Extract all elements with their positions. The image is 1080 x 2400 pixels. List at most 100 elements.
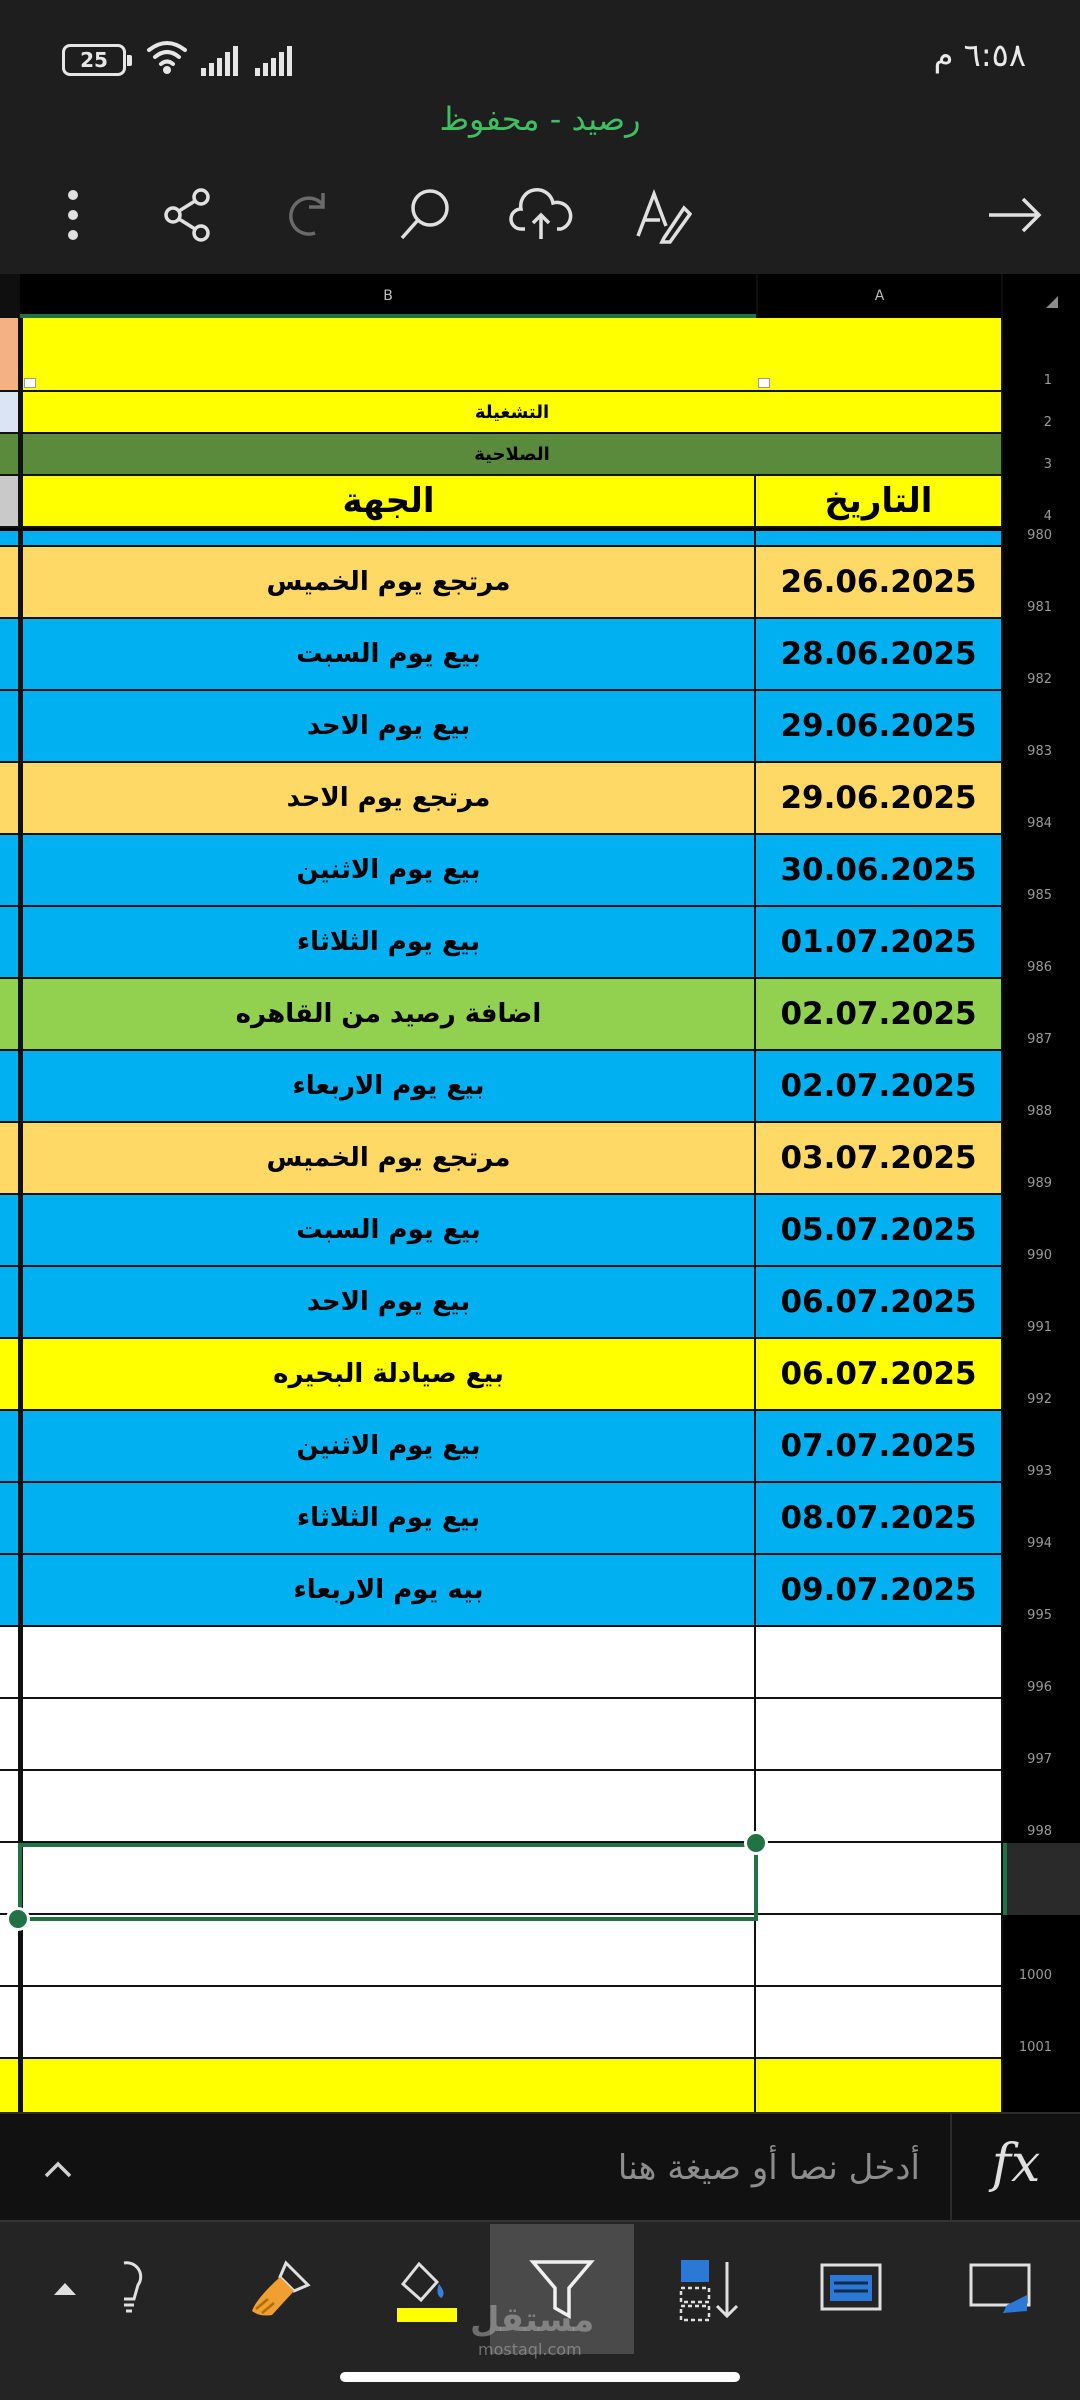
row-header[interactable]: 982 [1003,619,1080,691]
more-vertical-icon[interactable] [38,180,108,250]
table-cell-date[interactable] [756,1699,1003,1771]
header-cell-2[interactable]: التشغيلة [20,392,1003,434]
table-cell-description[interactable]: بيع يوم الاثنين [20,835,756,907]
table-cell-description[interactable]: بيع يوم الاحد [20,691,756,763]
table-cell-date[interactable] [756,1987,1003,2059]
table-cell-date[interactable] [756,1843,1003,1915]
row-header[interactable]: 2 [1003,392,1080,434]
table-cell-description[interactable]: بيع يوم الاثنين [20,1411,756,1483]
table-cell-description[interactable] [20,1915,756,1987]
table-cell-description[interactable]: بيع يوم الثلاثاء [20,1483,756,1555]
table-cell-description[interactable]: بيع يوم السبت [20,1195,756,1267]
row-header[interactable]: 992 [1003,1339,1080,1411]
table-cell-description[interactable] [20,1771,756,1843]
column-header-b[interactable]: B [20,274,756,318]
table-cell-date[interactable]: 05.07.2025 [756,1195,1003,1267]
redo-icon[interactable] [272,180,342,250]
dropdown-arrow-icon[interactable] [24,378,36,388]
fill-color-icon[interactable] [374,2224,474,2354]
search-icon[interactable] [390,180,460,250]
selection-handle-bottom[interactable] [6,1907,30,1931]
table-cell-description[interactable]: مرتجع يوم الخميس [20,547,756,619]
row-header[interactable]: 1001 [1003,1987,1080,2059]
table-cell-date[interactable]: 01.07.2025 [756,907,1003,979]
row-header[interactable]: 993 [1003,1411,1080,1483]
lightbulb-icon[interactable] [118,2224,158,2354]
formula-input[interactable]: أدخل نصا أو صيغة هنا [90,2114,920,2222]
table-cell-description[interactable] [20,2059,756,2112]
table-cell-date[interactable]: 07.07.2025 [756,1411,1003,1483]
row-header[interactable]: 984 [1003,763,1080,835]
row-header[interactable]: 989 [1003,1123,1080,1195]
table-cell-description[interactable] [20,1627,756,1699]
row-header[interactable]: 980 [1003,528,1080,547]
row-header[interactable]: 3 [1003,434,1080,476]
row-header[interactable]: 4 [1003,476,1080,528]
row-header[interactable]: 988 [1003,1051,1080,1123]
table-cell-description[interactable]: بيع يوم الاحد [20,1267,756,1339]
document-title[interactable]: رصيد - محفوظ [0,100,1080,138]
sort-icon[interactable] [668,2224,748,2354]
table-cell-description[interactable] [20,1987,756,2059]
table-cell-date[interactable]: 02.07.2025 [756,1051,1003,1123]
spreadsheet-grid[interactable]: B A 1 التشغيلة 2 الصلاحية 3 الجهة التاريخ 4 980 م… [0,274,1080,2112]
table-cell-description[interactable] [20,531,756,547]
table-cell-description[interactable]: بيع يوم السبت [20,619,756,691]
comment-icon[interactable] [960,2224,1040,2354]
cell-selection[interactable] [18,1843,758,1921]
column-header-a[interactable]: A [758,274,1001,318]
row-header[interactable]: 995 [1003,1555,1080,1627]
selected-row-header[interactable] [1003,1843,1080,1915]
row-header[interactable]: 996 [1003,1627,1080,1699]
table-cell-date[interactable]: 29.06.2025 [756,691,1003,763]
table-cell-date[interactable]: 06.07.2025 [756,1339,1003,1411]
row-header[interactable]: 986 [1003,907,1080,979]
chevron-up-icon[interactable] [38,2150,78,2190]
table-cell-description[interactable]: اضافة رصيد من القاهره [20,979,756,1051]
share-icon[interactable] [154,180,224,250]
column-title-description[interactable]: الجهة [20,476,756,528]
table-cell-date[interactable] [756,531,1003,547]
table-cell-date[interactable]: 03.07.2025 [756,1123,1003,1195]
freeze-panes-icon[interactable] [816,2224,886,2354]
row-header[interactable]: 1000 [1003,1915,1080,1987]
table-cell-description[interactable]: بيع يوم الاربعاء [20,1051,756,1123]
row-header[interactable]: 997 [1003,1699,1080,1771]
table-cell-date[interactable]: 09.07.2025 [756,1555,1003,1627]
dropdown-arrow-icon[interactable] [758,378,770,388]
table-cell-date[interactable]: 02.07.2025 [756,979,1003,1051]
header-cell-1[interactable] [20,318,1003,392]
row-header[interactable]: 990 [1003,1195,1080,1267]
row-header[interactable]: 987 [1003,979,1080,1051]
fx-button[interactable]: fx [950,2114,1080,2222]
table-cell-date[interactable]: 06.07.2025 [756,1267,1003,1339]
table-cell-description[interactable]: بيع يوم الثلاثاء [20,907,756,979]
table-cell-date[interactable] [756,1915,1003,1987]
home-indicator[interactable] [340,2372,740,2382]
cloud-upload-icon[interactable] [506,180,576,250]
row-header[interactable]: 981 [1003,547,1080,619]
column-title-date[interactable]: التاريخ [756,476,1003,528]
selection-handle-top[interactable] [744,1831,768,1855]
table-cell-date[interactable]: 26.06.2025 [756,547,1003,619]
table-cell-date[interactable]: 08.07.2025 [756,1483,1003,1555]
table-cell-description[interactable] [20,1699,756,1771]
table-cell-date[interactable] [756,1627,1003,1699]
table-cell-date[interactable]: 29.06.2025 [756,763,1003,835]
row-header[interactable]: 998 [1003,1771,1080,1843]
format-brush-icon[interactable] [234,2224,324,2354]
table-cell-date[interactable]: 28.06.2025 [756,619,1003,691]
table-cell-description[interactable]: بيع صيادلة البحيره [20,1339,756,1411]
forward-arrow-icon[interactable] [980,180,1050,250]
table-cell-date[interactable] [756,2059,1003,2112]
row-header[interactable]: 1 [1003,318,1080,392]
table-cell-date[interactable] [756,1771,1003,1843]
table-cell-description[interactable]: مرتجع يوم الخميس [20,1123,756,1195]
draw-pen-icon[interactable] [628,180,698,250]
row-header[interactable]: 994 [1003,1483,1080,1555]
table-cell-description[interactable]: بيه يوم الاربعاء [20,1555,756,1627]
row-header[interactable]: 983 [1003,691,1080,763]
header-cell-3[interactable]: الصلاحية [20,434,1003,476]
table-cell-description[interactable]: مرتجع يوم الاحد [20,763,756,835]
row-header[interactable]: 985 [1003,835,1080,907]
